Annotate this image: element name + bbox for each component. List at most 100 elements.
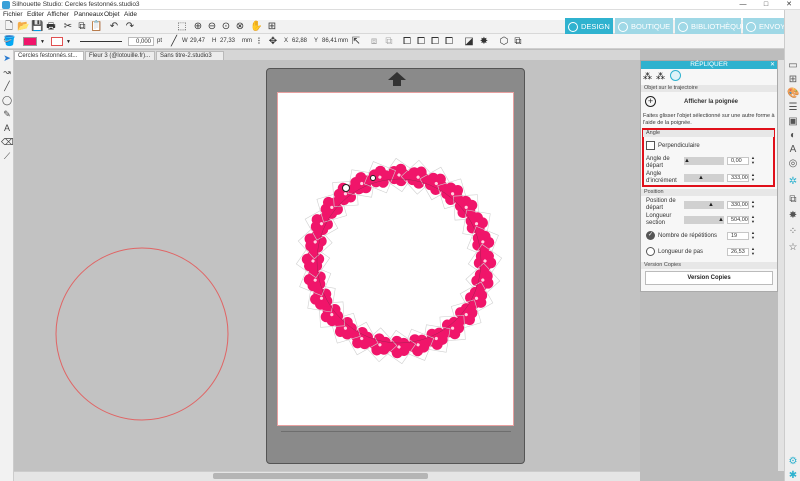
fill-color-swatch[interactable] <box>23 37 37 46</box>
line-draw-icon[interactable]: ╱ <box>1 80 13 92</box>
line-color-swatch[interactable] <box>51 37 63 46</box>
save-icon[interactable]: 💾 <box>31 21 43 33</box>
zoom-out-icon[interactable]: ⊖ <box>206 21 218 33</box>
repetitions-stepper[interactable]: ▲ ▼ <box>751 230 755 240</box>
ellipse-icon[interactable]: ◯ <box>1 94 13 106</box>
page-setup-icon[interactable]: ▭ <box>787 60 799 72</box>
menu-afficher[interactable]: Afficher <box>47 11 69 18</box>
star-shape-icon[interactable]: ☆ <box>787 242 799 254</box>
fill-dropdown-icon[interactable]: ▼ <box>40 39 45 45</box>
path-handle[interactable] <box>370 175 376 181</box>
start-position-slider[interactable] <box>684 201 724 209</box>
line-tool-icon[interactable]: ╱ <box>168 36 180 48</box>
doc-tab-cercles[interactable]: Cercles festonnés.st... <box>14 51 84 60</box>
palette-icon[interactable]: 🎨 <box>787 88 799 100</box>
zoom-in-icon[interactable]: ⊕ <box>192 21 204 33</box>
minimize-button[interactable]: — <box>732 0 754 10</box>
modify-icon[interactable]: ✸ <box>787 210 799 222</box>
eraser-icon[interactable]: ⌫ <box>1 136 14 148</box>
select-arrow-icon[interactable]: ➤ <box>1 52 13 64</box>
trace-icon[interactable]: ⁘ <box>787 226 799 238</box>
redo-icon[interactable]: ↷ <box>124 21 136 33</box>
doc-tab-sans-titre[interactable]: Sans titre-2.studio3 <box>156 51 224 60</box>
position-icon[interactable]: ⇱ <box>350 36 362 48</box>
start-angle-stepper[interactable]: ▲ ▼ <box>751 155 755 165</box>
start-position-field[interactable]: 330,00 <box>727 201 749 209</box>
perpendicular-checkbox[interactable] <box>646 141 655 150</box>
star-burst-icon[interactable]: ✸ <box>478 36 490 48</box>
fit-page-icon[interactable]: ⊞ <box>266 21 278 33</box>
section-length-field[interactable]: 504,00 <box>727 216 749 224</box>
increment-angle-slider[interactable] <box>684 174 724 182</box>
pencil-icon[interactable]: ✎ <box>1 108 13 120</box>
knife-icon[interactable]: ⟋ <box>1 150 13 162</box>
cut-icon[interactable]: ✂ <box>62 21 74 33</box>
repetitions-field[interactable]: 19 <box>727 232 749 240</box>
undo-icon[interactable]: ↶ <box>108 21 120 33</box>
repetitions-radio[interactable]: ✓ <box>646 231 655 240</box>
transparency-icon[interactable]: ◐ <box>787 130 799 142</box>
lock-ratio-icon[interactable]: ⁝ <box>253 36 265 48</box>
replicate-panel-icon[interactable]: ✲ <box>787 176 799 188</box>
fill-pattern-icon[interactable]: ▣ <box>787 116 799 128</box>
subtract-icon[interactable]: ⧠ <box>415 36 427 48</box>
replicate-mode-1-icon[interactable]: ⁂ <box>643 71 652 82</box>
replicate-mode-2-icon[interactable]: ⁂ <box>656 71 665 82</box>
increment-angle-stepper[interactable]: ▲ ▼ <box>751 172 755 182</box>
settings-gear-icon[interactable]: ⚙ <box>787 456 799 468</box>
menu-aide[interactable]: Aide <box>124 11 137 18</box>
show-handle-label[interactable]: Afficher la poignée <box>684 99 738 105</box>
flower-wreath[interactable] <box>288 150 510 372</box>
select-box-icon[interactable]: ⬚ <box>176 21 188 33</box>
menu-editer[interactable]: Editer <box>27 11 44 18</box>
red-circle-shape[interactable] <box>54 246 230 422</box>
text-style-icon[interactable]: A <box>787 144 799 156</box>
step-length-radio[interactable] <box>646 247 655 256</box>
layers-icon[interactable]: ◪ <box>463 36 475 48</box>
zoom-fit-icon[interactable]: ⊗ <box>234 21 246 33</box>
x-field[interactable]: 62,88 <box>290 37 312 46</box>
line-style-icon[interactable]: ☰ <box>787 102 799 114</box>
height-field[interactable]: 27,33 <box>218 37 240 46</box>
menu-objet[interactable]: Objet <box>104 11 120 18</box>
increment-angle-slider-thumb[interactable]: ▲ <box>698 175 704 181</box>
menu-panneaux[interactable]: Panneaux <box>74 11 103 18</box>
fill-bucket-icon[interactable]: 🪣 <box>3 36 15 48</box>
step-length-field[interactable]: 26,53 <box>727 248 749 256</box>
cube-icon[interactable]: ⬡ <box>498 36 510 48</box>
horizontal-scroll-thumb[interactable] <box>213 473 428 479</box>
paste-icon[interactable]: 📋 <box>90 21 102 33</box>
help-icon[interactable]: ✱ <box>787 470 799 481</box>
doc-tab-fleur[interactable]: Fleur 3 (@lotouille.fr)... <box>85 51 155 60</box>
step-length-stepper[interactable]: ▲ ▼ <box>751 246 755 256</box>
transform-icon[interactable]: ⧉ <box>787 194 799 206</box>
offset-icon[interactable]: ◎ <box>787 158 799 170</box>
ungroup-icon[interactable]: ⧉ <box>383 36 395 48</box>
start-position-slider-thumb[interactable]: ▲ <box>708 202 714 208</box>
start-angle-slider[interactable] <box>684 157 724 165</box>
divide-icon[interactable]: ⧠ <box>443 36 455 48</box>
version-copies-button[interactable]: Version Copies <box>645 271 773 285</box>
line-width-field[interactable]: 0,000 <box>128 37 154 46</box>
section-length-stepper[interactable]: ▲ ▼ <box>751 214 755 224</box>
maximize-button[interactable]: □ <box>755 0 777 10</box>
text-icon[interactable]: A <box>1 122 13 134</box>
menu-fichier[interactable]: Fichier <box>3 11 23 18</box>
open-file-icon[interactable]: 📂 <box>17 21 29 33</box>
start-angle-slider-thumb[interactable]: ▲ <box>684 158 690 164</box>
width-field[interactable]: 29,47 <box>188 37 210 46</box>
add-handle-icon[interactable]: + <box>645 96 656 107</box>
replicate-path-mode-icon[interactable] <box>670 70 681 81</box>
close-button[interactable]: ✕ <box>778 0 800 10</box>
line-dropdown-icon[interactable]: ▼ <box>66 39 71 45</box>
zoom-area-icon[interactable]: ⊙ <box>220 21 232 33</box>
new-file-icon[interactable]: 🗋 <box>3 21 15 33</box>
pan-hand-icon[interactable]: ✋ <box>250 21 262 33</box>
panel-close-icon[interactable]: ✕ <box>770 61 775 68</box>
start-position-stepper[interactable]: ▲ ▼ <box>751 199 755 209</box>
section-length-slider-thumb[interactable]: ▲ <box>718 217 724 223</box>
group-icon[interactable]: ⧈ <box>368 36 380 48</box>
start-angle-field[interactable]: 0,00 <box>727 157 749 165</box>
replicate-icon[interactable]: ⧉ <box>512 36 524 48</box>
copy-icon[interactable]: ⧉ <box>76 21 88 33</box>
